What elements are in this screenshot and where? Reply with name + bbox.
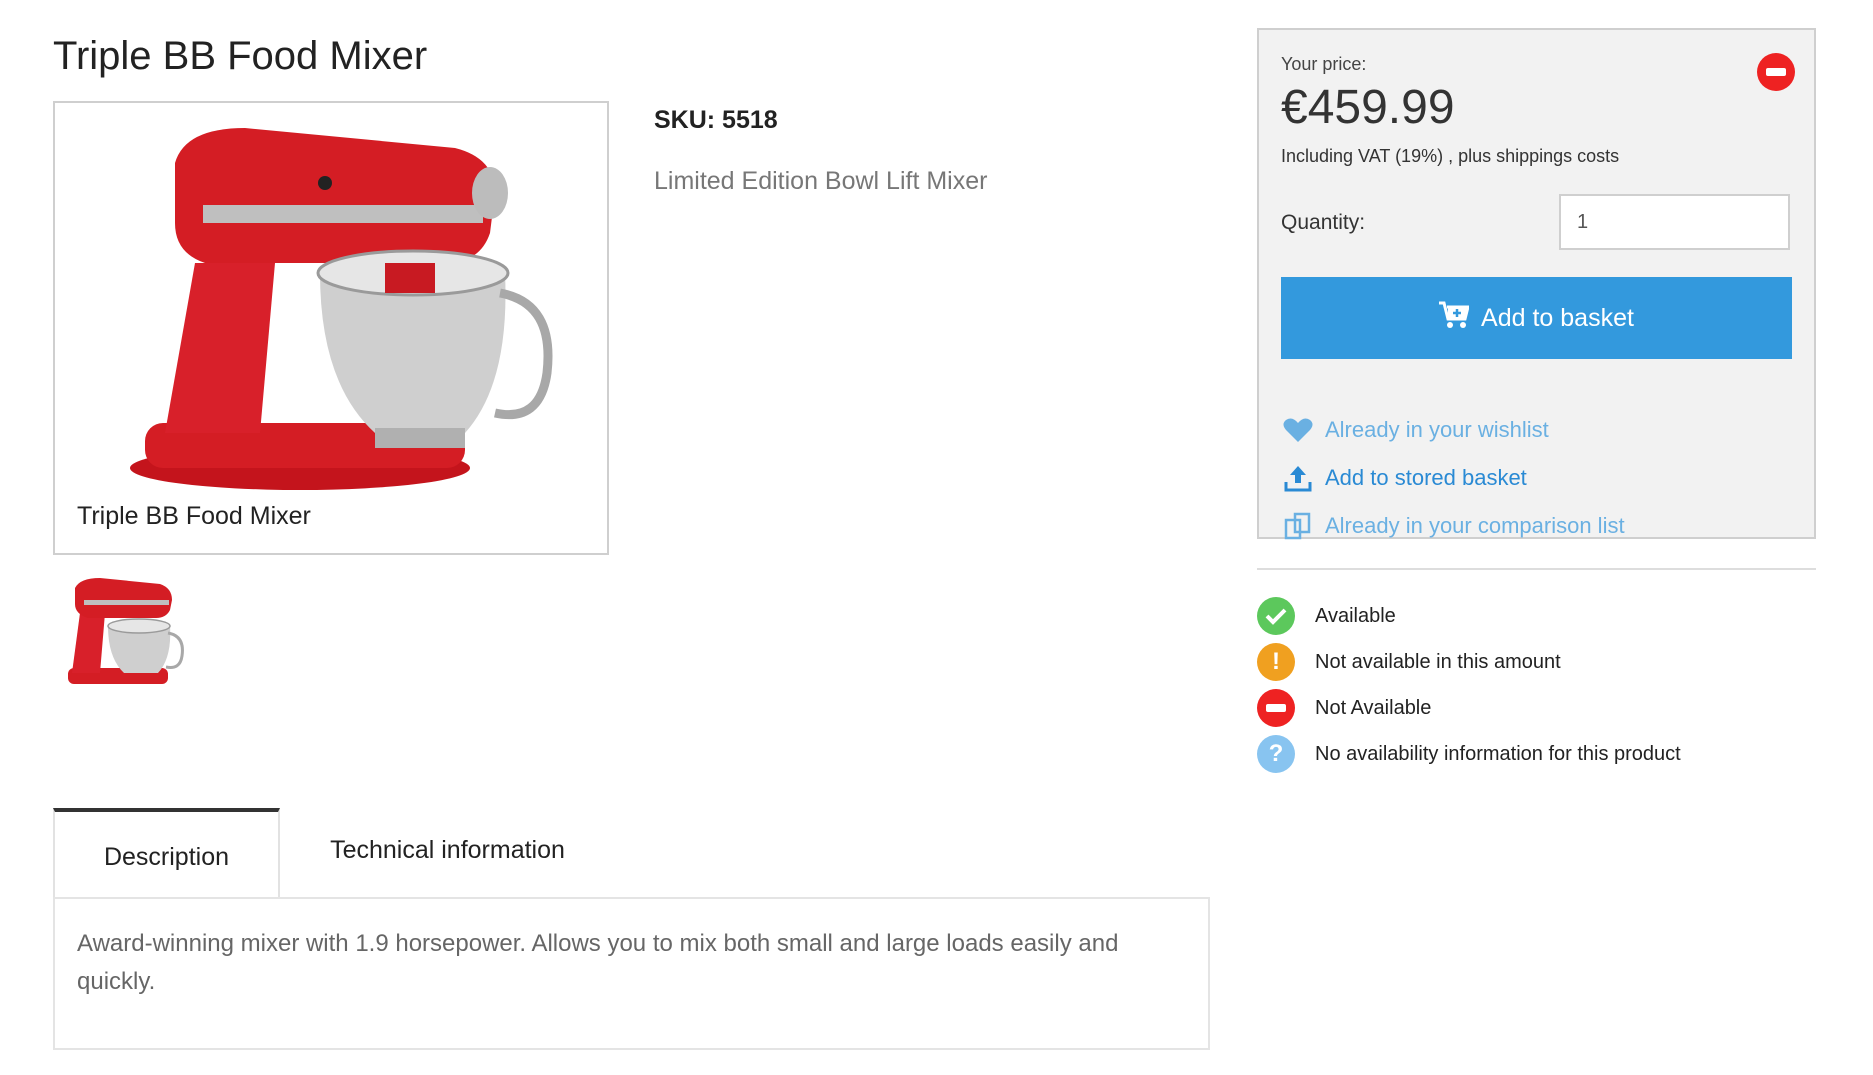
legend-label: Not Available: [1315, 696, 1432, 719]
heart-icon: [1283, 415, 1313, 445]
legend-item-no-info: ? No availability information for this p…: [1257, 735, 1681, 773]
check-icon: [1257, 597, 1295, 635]
food-mixer-thumbnail-icon: [68, 578, 184, 684]
legend-label: No availability information for this pro…: [1315, 742, 1681, 765]
price-value: €459.99: [1281, 81, 1455, 134]
legend-item-not-available: Not Available: [1257, 689, 1431, 727]
quantity-input[interactable]: [1559, 194, 1790, 250]
add-to-basket-button[interactable]: Add to basket: [1281, 277, 1792, 359]
add-to-basket-label: Add to basket: [1481, 303, 1634, 332]
legend-item-available: Available: [1257, 597, 1396, 635]
product-tabs: Description Technical information: [53, 808, 1210, 898]
comparison-link-label: Already in your comparison list: [1325, 513, 1625, 538]
minus-icon: [1257, 689, 1295, 727]
description-text: Award-winning mixer with 1.9 horsepower.…: [77, 930, 1119, 995]
exclamation-icon: !: [1257, 643, 1295, 681]
not-available-icon: [1757, 53, 1795, 96]
price-panel: Your price: €459.99 Including VAT (19%) …: [1257, 28, 1816, 541]
comparison-link[interactable]: Already in your comparison list: [1283, 511, 1625, 541]
stored-basket-link-label: Add to stored basket: [1325, 465, 1527, 490]
tab-description[interactable]: Description: [53, 808, 280, 898]
image-caption: Triple BB Food Mixer: [77, 502, 311, 530]
wishlist-link[interactable]: Already in your wishlist: [1283, 415, 1549, 445]
product-subtitle: Limited Edition Bowl Lift Mixer: [654, 167, 988, 195]
stored-basket-link[interactable]: Add to stored basket: [1283, 463, 1527, 493]
wishlist-link-label: Already in your wishlist: [1325, 417, 1549, 442]
vat-note: Including VAT (19%) , plus shippings cos…: [1281, 146, 1620, 166]
tab-technical-information[interactable]: Technical information: [280, 808, 615, 898]
divider: [1257, 568, 1816, 570]
legend-item-not-in-amount: ! Not available in this amount: [1257, 643, 1561, 681]
legend-label: Available: [1315, 604, 1396, 627]
product-image-frame[interactable]: Triple BB Food Mixer: [53, 101, 609, 555]
product-sku: SKU: 5518: [654, 106, 778, 134]
quantity-label: Quantity:: [1281, 211, 1366, 234]
legend-label: Not available in this amount: [1315, 650, 1561, 673]
upload-icon: [1283, 463, 1313, 493]
compare-icon: [1283, 511, 1313, 541]
tab-panel-description: Award-winning mixer with 1.9 horsepower.…: [53, 897, 1210, 1050]
food-mixer-image: [130, 128, 553, 490]
page-title: Triple BB Food Mixer: [53, 34, 428, 78]
question-icon: ?: [1257, 735, 1295, 773]
product-thumbnail[interactable]: [60, 578, 188, 690]
price-label: Your price:: [1281, 54, 1367, 74]
cart-icon: [1439, 301, 1470, 336]
